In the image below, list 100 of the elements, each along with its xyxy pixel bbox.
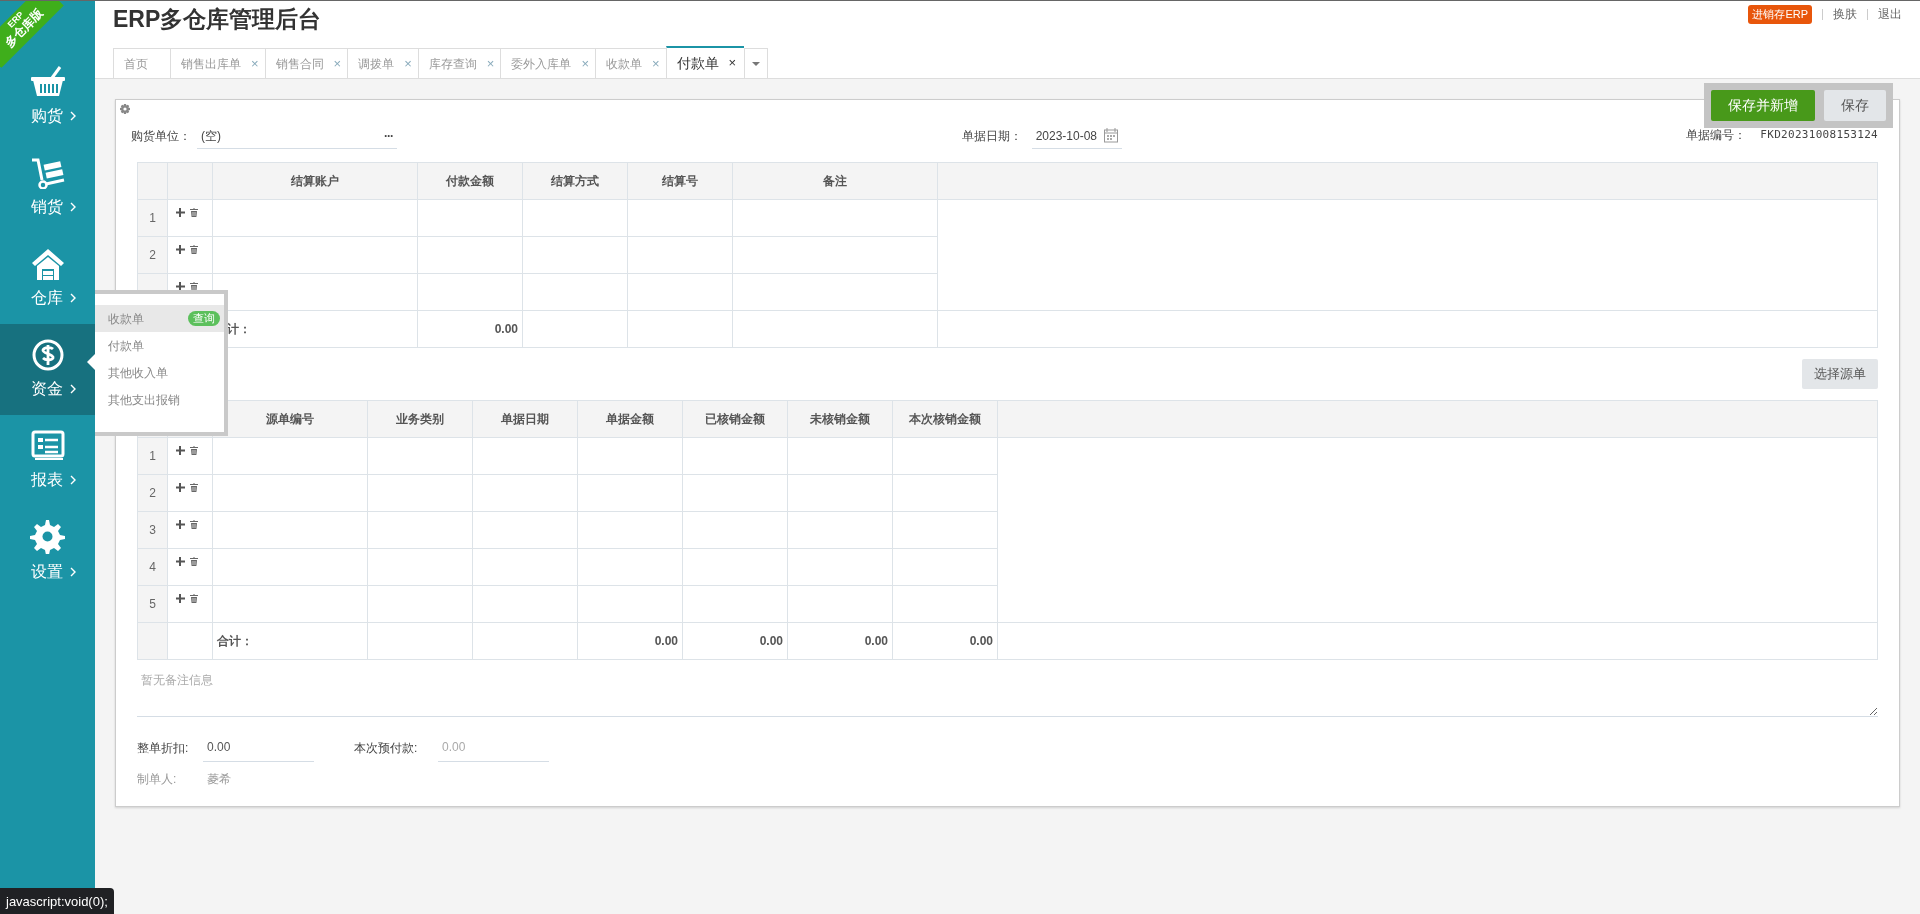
- sidebar-item[interactable]: 购货: [0, 51, 95, 142]
- close-icon[interactable]: ×: [404, 53, 412, 74]
- calendar-icon[interactable]: [1103, 128, 1118, 143]
- gear-icon[interactable]: [120, 104, 130, 114]
- save-button[interactable]: 保存并新增: [1711, 90, 1815, 121]
- table-cell[interactable]: [472, 474, 578, 511]
- add-icon[interactable]: [176, 282, 185, 291]
- table-cell[interactable]: [577, 511, 683, 548]
- table-cell[interactable]: [417, 273, 523, 311]
- table-cell[interactable]: [682, 474, 788, 511]
- table-cell[interactable]: [472, 437, 578, 474]
- save-button[interactable]: 保存: [1824, 90, 1886, 121]
- chevron-icon: [68, 567, 77, 577]
- table-cell[interactable]: [417, 236, 523, 274]
- add-icon[interactable]: [176, 556, 185, 566]
- delete-icon[interactable]: [190, 593, 198, 603]
- table-cell[interactable]: [367, 474, 473, 511]
- tab[interactable]: 调拨单 ×: [347, 48, 418, 78]
- table-cell[interactable]: [367, 437, 473, 474]
- select-source-button[interactable]: 选择源单: [1802, 359, 1878, 389]
- table-cell[interactable]: [682, 548, 788, 585]
- close-icon[interactable]: ×: [486, 53, 495, 74]
- table-cell[interactable]: [787, 585, 893, 622]
- table-cell[interactable]: [682, 437, 788, 474]
- header-link[interactable]: 退出: [1878, 5, 1902, 24]
- table-cell[interactable]: [577, 437, 683, 474]
- add-icon[interactable]: [176, 245, 185, 254]
- table-cell[interactable]: [212, 548, 368, 585]
- table-cell[interactable]: [367, 511, 473, 548]
- add-icon[interactable]: [176, 519, 185, 529]
- row-number: 1: [149, 211, 156, 225]
- tab-menu-button[interactable]: [744, 48, 769, 78]
- tab[interactable]: 销售合同 ×: [264, 48, 348, 78]
- table-cell[interactable]: [212, 199, 418, 237]
- delete-icon[interactable]: [190, 245, 198, 254]
- menu-item[interactable]: 收款单 查询: [95, 305, 224, 332]
- tab[interactable]: 付款单 ×: [665, 46, 745, 78]
- menu-item[interactable]: 其他收入单: [95, 359, 224, 386]
- tab[interactable]: 首页: [113, 48, 170, 78]
- table-cell[interactable]: [627, 199, 733, 237]
- table-cell[interactable]: [577, 585, 683, 622]
- table-cell[interactable]: [212, 437, 368, 474]
- field-value: 2023-10-08: [1035, 127, 1098, 145]
- add-icon[interactable]: [176, 208, 185, 217]
- date-field[interactable]: 2023-10-08: [1031, 123, 1122, 149]
- header-link[interactable]: 换肤: [1833, 5, 1857, 24]
- close-icon[interactable]: ×: [251, 53, 259, 74]
- sidebar-item[interactable]: 资金: [0, 324, 95, 415]
- add-icon[interactable]: [176, 445, 185, 455]
- table-cell[interactable]: [367, 548, 473, 585]
- table-cell[interactable]: [732, 199, 938, 237]
- column-header: 本次核销金额: [892, 400, 998, 437]
- close-icon[interactable]: ×: [728, 53, 737, 73]
- sidebar-item[interactable]: 报表: [0, 415, 95, 506]
- table-cell[interactable]: [367, 585, 473, 622]
- sidebar-item[interactable]: 销货: [0, 142, 95, 233]
- tab[interactable]: 委外入库单 ×: [500, 48, 595, 78]
- table-cell[interactable]: [522, 199, 628, 237]
- close-icon[interactable]: ×: [651, 53, 660, 74]
- add-icon[interactable]: [176, 482, 185, 492]
- table-cell[interactable]: [212, 585, 368, 622]
- table-cell[interactable]: [787, 511, 893, 548]
- tab[interactable]: 库存查询 ×: [417, 48, 501, 78]
- table-cell[interactable]: [787, 548, 893, 585]
- table-cell[interactable]: [577, 474, 683, 511]
- table-cell[interactable]: [522, 273, 628, 311]
- close-icon[interactable]: ×: [581, 53, 589, 74]
- total-value: 0.00: [969, 633, 993, 648]
- tab-label: 销售出库单: [181, 55, 241, 73]
- table-cell[interactable]: [212, 236, 418, 274]
- table-cell[interactable]: [682, 585, 788, 622]
- delete-icon[interactable]: [190, 445, 198, 455]
- delete-icon[interactable]: [190, 556, 198, 566]
- tab[interactable]: 收款单 ×: [594, 48, 666, 78]
- delete-icon[interactable]: [190, 482, 198, 492]
- table-cell[interactable]: [212, 511, 368, 548]
- delete-icon[interactable]: [190, 208, 198, 217]
- close-icon[interactable]: ×: [333, 53, 342, 74]
- table-cell[interactable]: [682, 511, 788, 548]
- supplier-field[interactable]: (空) ···: [197, 123, 397, 149]
- table-cell[interactable]: [472, 548, 578, 585]
- table-cell[interactable]: [472, 585, 578, 622]
- sidebar-item[interactable]: 仓库: [0, 233, 95, 324]
- sidebar-item[interactable]: 设置: [0, 506, 95, 597]
- add-icon[interactable]: [176, 593, 185, 603]
- tab[interactable]: 销售出库单 ×: [170, 48, 265, 78]
- table-cell[interactable]: [212, 474, 368, 511]
- table-cell[interactable]: [522, 236, 628, 274]
- menu-item[interactable]: 付款单: [95, 332, 224, 359]
- table-cell[interactable]: [892, 437, 998, 474]
- more-button[interactable]: ···: [384, 126, 393, 145]
- table-cell[interactable]: [472, 511, 578, 548]
- table-cell[interactable]: [627, 273, 733, 311]
- table-cell[interactable]: [417, 199, 523, 237]
- query-badge[interactable]: 查询: [188, 311, 220, 326]
- table-cell[interactable]: [577, 548, 683, 585]
- table-cell[interactable]: [787, 474, 893, 511]
- table-cell[interactable]: [787, 437, 893, 474]
- table-cell[interactable]: [627, 236, 733, 274]
- delete-icon[interactable]: [190, 519, 198, 529]
